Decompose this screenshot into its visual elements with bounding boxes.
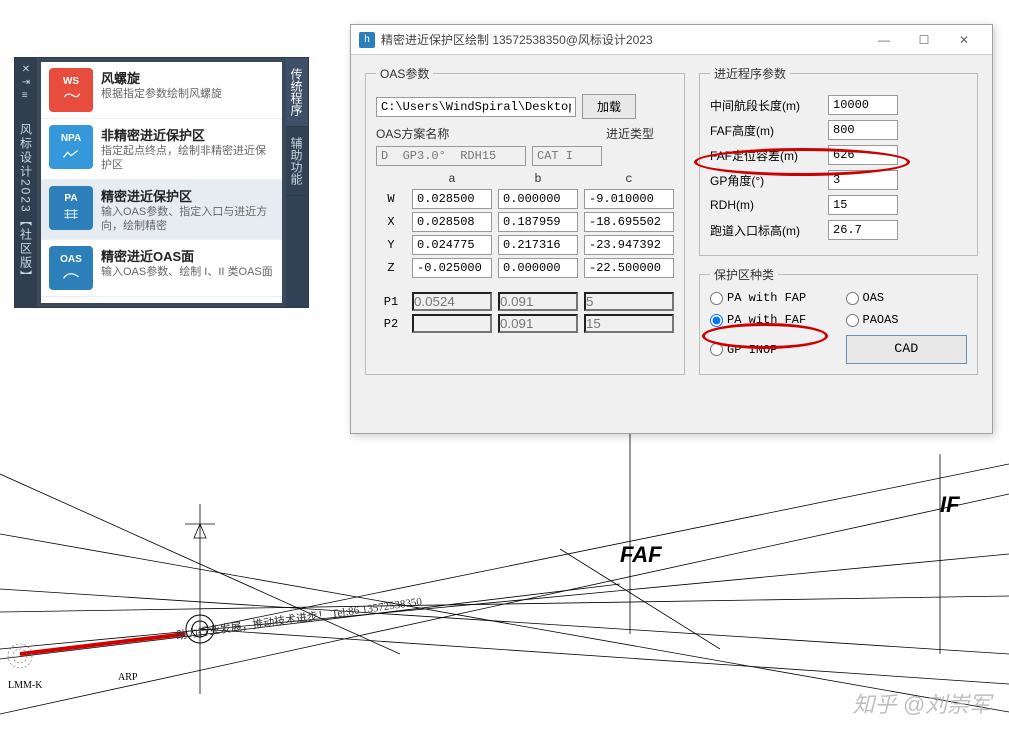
type-label: 进近类型 (606, 125, 654, 142)
param-input-0[interactable] (828, 95, 898, 115)
pa-icon: PA (49, 186, 93, 230)
dialog-window: h 精密进近保护区绘制 13572538350@风标设计2023 — ☐ ✕ O… (350, 24, 993, 434)
oas-icon: OAS (49, 246, 93, 290)
param-label-1: FAF高度(m) (710, 122, 820, 139)
proc-legend: 进近程序参数 (710, 65, 790, 82)
npa-icon: NPA (49, 125, 93, 169)
param-label-3: GP角度(°) (710, 172, 820, 189)
oas-Z-a[interactable] (412, 258, 492, 278)
oas-X-b[interactable] (498, 212, 578, 232)
radio-pa-fap[interactable]: PA with FAP (710, 291, 832, 305)
param-label-4: RDH(m) (710, 198, 820, 212)
cad-label-if: IF (940, 492, 960, 518)
oas-Y-a[interactable] (412, 235, 492, 255)
p2-c (584, 314, 674, 333)
oas-W-a[interactable] (412, 189, 492, 209)
param-label-0: 中间航段长度(m) (710, 97, 820, 114)
palette-title: 风标设计2023【社区版】 (18, 103, 35, 303)
tool-item-ws[interactable]: WS 风螺旋根据指定参数绘制风螺旋 (41, 62, 282, 119)
watermark: 知乎 @刘崇军 (853, 687, 991, 719)
p2-a (412, 314, 492, 333)
cad-label-lmm: LMM-K (8, 680, 42, 691)
proc-group: 进近程序参数 中间航段长度(m) FAF高度(m) FAF定位容差(m) GP角… (699, 65, 978, 256)
param-input-1[interactable] (828, 120, 898, 140)
param-input-5[interactable] (828, 220, 898, 240)
radio-oas[interactable]: OAS (846, 291, 968, 305)
oas-legend: OAS参数 (376, 65, 433, 82)
cad-label-arp: ARP (118, 672, 137, 683)
scheme-label: OAS方案名称 (376, 125, 449, 142)
palette-pin-icon[interactable]: ⇥ (22, 77, 30, 88)
type-input (532, 146, 602, 166)
dialog-title: 精密进近保护区绘制 13572538350@风标设计2023 (381, 31, 864, 48)
oas-group: OAS参数 加载 OAS方案名称 进近类型 a b c W X Y (365, 65, 685, 375)
p1-b (498, 292, 578, 311)
cad-canvas (0, 434, 1009, 729)
oas-W-b[interactable] (498, 189, 578, 209)
tool-item-pa[interactable]: PA 精密进近保护区输入OAS参数、指定入口与进近方向，绘制精密 (41, 180, 282, 241)
maximize-button[interactable]: ☐ (904, 26, 944, 54)
palette-menu-icon[interactable]: ≡ (22, 90, 30, 101)
oas-Z-c[interactable] (584, 258, 674, 278)
param-label-2: FAF定位容差(m) (710, 147, 820, 164)
close-button[interactable]: ✕ (944, 26, 984, 54)
oas-X-c[interactable] (584, 212, 674, 232)
param-input-3[interactable] (828, 170, 898, 190)
palette-tab-main[interactable]: 传统程序 (286, 58, 308, 127)
tool-list: WS 风螺旋根据指定参数绘制风螺旋 NPA 非精密进近保护区指定起点终点，绘制非… (41, 62, 282, 303)
oas-Y-c[interactable] (584, 235, 674, 255)
oas-W-c[interactable] (584, 189, 674, 209)
p1-c (584, 292, 674, 311)
minimize-button[interactable]: — (864, 26, 904, 54)
palette-tab-aux[interactable]: 辅助功能 (286, 127, 308, 196)
param-input-4[interactable] (828, 195, 898, 215)
app-icon: h (359, 32, 375, 48)
radio-gp-inop[interactable]: GP INOP (710, 343, 832, 357)
cad-label-faf: FAF (620, 542, 662, 568)
tool-item-oas[interactable]: OAS 精密进近OAS面输入OAS参数、绘制 I、II 类OAS面 (41, 240, 282, 297)
tool-palette: ✕ ⇥ ≡ 风标设计2023【社区版】 WS 风螺旋根据指定参数绘制风螺旋 NP… (14, 57, 309, 308)
palette-close-icon[interactable]: ✕ (22, 64, 30, 75)
dialog-titlebar[interactable]: h 精密进近保护区绘制 13572538350@风标设计2023 — ☐ ✕ (351, 25, 992, 55)
wind-spiral-icon: WS (49, 68, 93, 112)
p2-b (498, 314, 578, 333)
radio-paoas[interactable]: PAOAS (846, 313, 968, 327)
oas-Y-b[interactable] (498, 235, 578, 255)
radio-pa-faf[interactable]: PA with FAF (710, 313, 832, 327)
oas-path-input[interactable] (376, 97, 576, 117)
zone-legend: 保护区种类 (710, 266, 778, 283)
oas-Z-b[interactable] (498, 258, 578, 278)
cad-button[interactable]: CAD (846, 335, 968, 364)
load-button[interactable]: 加载 (582, 94, 636, 119)
zone-group: 保护区种类 PA with FAP OAS PA with FAF PAOAS … (699, 266, 978, 375)
param-label-5: 跑道入口标高(m) (710, 222, 820, 239)
oas-X-a[interactable] (412, 212, 492, 232)
param-input-2[interactable] (828, 145, 898, 165)
p1-a (412, 292, 492, 311)
scheme-input (376, 146, 526, 166)
tool-item-npa[interactable]: NPA 非精密进近保护区指定起点终点，绘制非精密进近保护区 (41, 119, 282, 180)
